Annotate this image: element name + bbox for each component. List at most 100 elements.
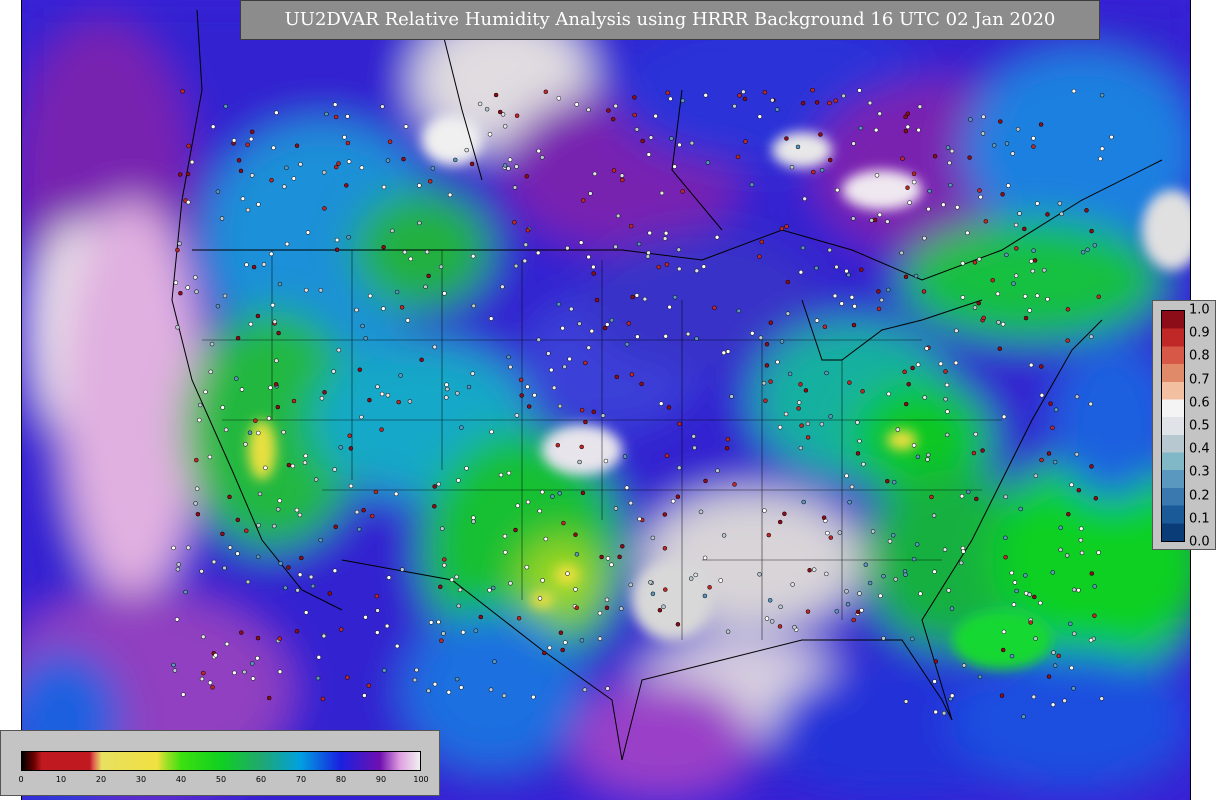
- station-marker: [523, 242, 529, 247]
- station-marker: [180, 89, 185, 94]
- station-marker: [653, 113, 658, 119]
- station-marker: [446, 690, 452, 695]
- station-marker: [1031, 144, 1036, 149]
- station-marker: [549, 367, 554, 373]
- station-marker: [514, 164, 519, 169]
- station-marker: [784, 136, 789, 141]
- station-marker: [247, 430, 253, 435]
- station-marker: [338, 627, 344, 632]
- station-marker: [275, 507, 281, 512]
- station-marker: [1023, 573, 1028, 578]
- station-marker: [373, 489, 379, 495]
- station-marker: [870, 529, 876, 534]
- station-marker: [764, 616, 770, 621]
- station-marker: [814, 100, 820, 105]
- increment-tick: 0.7: [1189, 372, 1210, 388]
- station-marker: [789, 164, 795, 170]
- station-marker: [432, 344, 437, 350]
- station-marker: [536, 148, 541, 154]
- station-marker: [1038, 600, 1043, 606]
- station-marker: [664, 453, 670, 458]
- station-marker: [497, 109, 503, 115]
- station-marker: [345, 114, 350, 119]
- station-marker: [327, 591, 333, 596]
- station-marker: [801, 499, 806, 505]
- increment-tick: 0.9: [1189, 325, 1210, 341]
- station-marker: [1099, 146, 1105, 151]
- station-marker: [628, 223, 634, 229]
- station-marker: [899, 250, 904, 256]
- station-marker: [847, 499, 852, 505]
- station-marker: [551, 385, 557, 391]
- station-marker: [374, 593, 380, 599]
- station-marker: [798, 269, 804, 275]
- station-marker: [605, 322, 610, 327]
- station-marker: [557, 491, 562, 496]
- station-marker: [531, 694, 536, 700]
- station-marker: [211, 559, 217, 565]
- station-marker: [977, 674, 983, 680]
- station-marker: [512, 220, 517, 225]
- station-marker: [514, 113, 520, 118]
- station-marker: [878, 593, 883, 599]
- station-marker: [308, 574, 314, 580]
- station-marker: [944, 432, 950, 438]
- station-marker: [886, 287, 891, 293]
- station-marker: [501, 693, 507, 698]
- station-marker: [227, 494, 232, 500]
- station-marker: [263, 465, 268, 471]
- station-marker: [693, 572, 698, 578]
- station-marker: [782, 511, 787, 517]
- station-marker: [522, 258, 528, 264]
- station-marker: [1013, 222, 1019, 228]
- station-marker: [220, 531, 225, 537]
- station-marker: [273, 382, 279, 387]
- station-marker: [885, 219, 890, 224]
- station-marker: [619, 173, 625, 178]
- station-marker: [213, 653, 218, 658]
- station-marker: [694, 268, 700, 274]
- increment-tick: 0.0: [1189, 534, 1210, 550]
- station-marker: [207, 454, 213, 460]
- station-marker: [224, 641, 230, 647]
- station-marker: [297, 512, 303, 518]
- station-marker: [921, 289, 927, 294]
- station-marker: [324, 111, 329, 117]
- station-marker: [332, 568, 338, 573]
- station-marker: [999, 693, 1005, 698]
- station-marker: [401, 156, 406, 162]
- station-marker: [577, 321, 582, 326]
- station-marker: [869, 218, 874, 223]
- station-marker: [800, 245, 806, 251]
- station-marker: [942, 547, 948, 552]
- station-marker: [579, 444, 584, 450]
- station-marker: [518, 377, 524, 383]
- station-marker: [578, 240, 584, 245]
- station-marker: [648, 580, 653, 585]
- station-marker: [379, 427, 384, 432]
- station-marker: [333, 114, 339, 120]
- station-marker: [922, 395, 927, 400]
- station-marker: [675, 622, 681, 627]
- station-marker: [998, 119, 1003, 124]
- station-marker: [171, 545, 176, 551]
- increment-colorbar: [1161, 310, 1185, 542]
- station-marker: [183, 589, 188, 595]
- station-marker: [1066, 511, 1071, 517]
- station-marker: [605, 686, 610, 691]
- station-marker: [384, 623, 390, 629]
- station-marker: [1003, 535, 1008, 541]
- station-marker: [556, 96, 562, 101]
- station-marker: [556, 301, 562, 307]
- station-marker: [459, 685, 464, 690]
- station-marker: [203, 389, 208, 395]
- station-marker: [918, 591, 923, 596]
- station-marker: [851, 617, 856, 623]
- station-marker: [1076, 487, 1082, 493]
- station-marker: [436, 481, 441, 487]
- station-marker: [235, 551, 240, 556]
- station-marker: [193, 275, 198, 280]
- station-marker: [736, 308, 742, 314]
- station-marker: [275, 404, 281, 410]
- station-marker: [428, 620, 434, 625]
